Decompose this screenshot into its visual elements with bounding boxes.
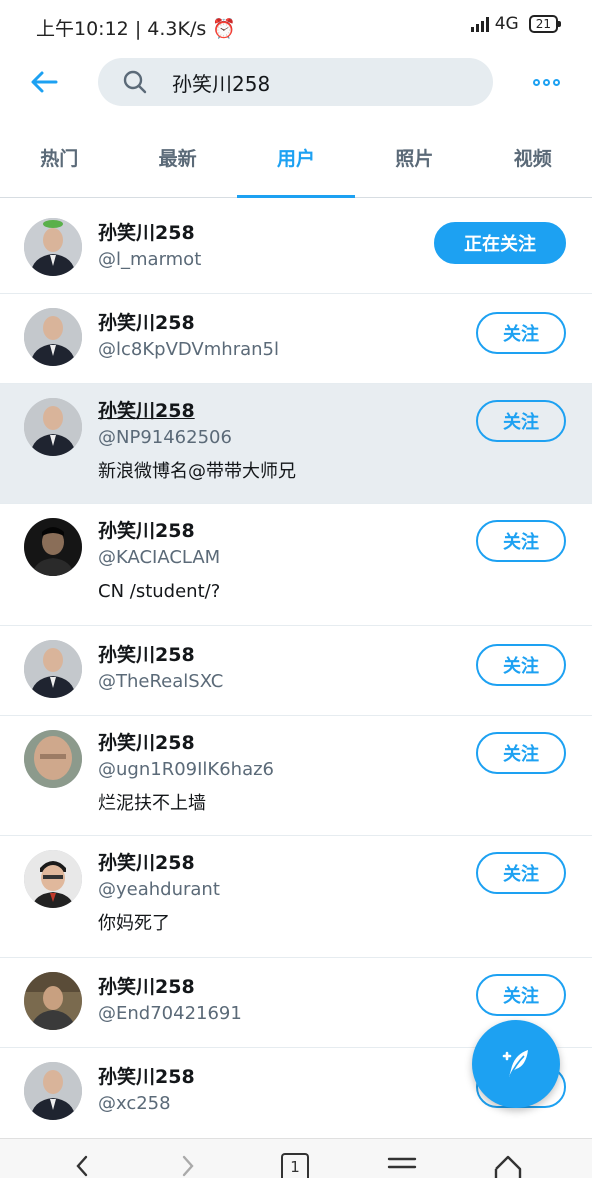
nav-menu-button[interactable]	[382, 1153, 422, 1178]
follow-button[interactable]: 关注	[476, 520, 566, 562]
nav-tabs-button[interactable]: 1	[275, 1153, 315, 1178]
status-right: 4G 21	[470, 14, 562, 34]
user-handle: @ugn1R09IlK6haz6	[98, 759, 275, 780]
chevron-left-icon	[76, 1155, 88, 1177]
avatar[interactable]	[24, 972, 82, 1030]
user-info: 孙笑川258 @ugn1R09IlK6haz6 烂泥扶不上墙	[98, 730, 274, 818]
nav-back-button[interactable]	[62, 1153, 102, 1178]
user-name[interactable]: 孙笑川258	[98, 850, 220, 876]
user-info: 孙笑川258 @yeahdurant 你妈死了	[98, 850, 220, 938]
user-row[interactable]: 孙笑川258 @KACIACLAM CN /student/? 关注	[0, 504, 592, 626]
follow-button[interactable]: 关注	[476, 732, 566, 774]
signal-icon	[470, 16, 489, 32]
status-time: 上午10:12	[36, 18, 129, 40]
user-handle: @l_marmot	[98, 249, 202, 270]
user-name[interactable]: 孙笑川258	[98, 1064, 195, 1090]
user-info: 孙笑川258 @NP91462506 新浪微博名@带带大师兄	[98, 398, 296, 486]
browser-bottom-nav: 1	[0, 1138, 592, 1178]
user-info: 孙笑川258 @lc8KpVDVmhran5l	[98, 310, 279, 364]
status-left: 上午10:12 | 4.3K/s ⏰	[36, 14, 236, 41]
tab-hot[interactable]: 热门	[0, 124, 118, 197]
tab-photos[interactable]: 照片	[355, 124, 473, 197]
follow-button[interactable]: 关注	[476, 312, 566, 354]
user-info: 孙笑川258 @xc258	[98, 1064, 195, 1118]
user-info: 孙笑川258 @End70421691	[98, 974, 242, 1028]
user-handle: @xc258	[98, 1093, 171, 1114]
follow-button[interactable]: 关注	[476, 852, 566, 894]
user-info: 孙笑川258 @l_marmot	[98, 220, 201, 274]
user-row[interactable]: 孙笑川258 @ugn1R09IlK6haz6 烂泥扶不上墙 关注	[0, 716, 592, 836]
nav-forward-button[interactable]	[168, 1153, 208, 1178]
user-bio: 你妈死了	[98, 913, 170, 934]
user-row[interactable]: 孙笑川258 @TheRealSXC 关注	[0, 626, 592, 716]
back-button[interactable]	[26, 64, 62, 100]
user-row[interactable]: 孙笑川258 @lc8KpVDVmhran5l 关注	[0, 294, 592, 384]
avatar[interactable]	[24, 308, 82, 366]
follow-button[interactable]: 关注	[476, 974, 566, 1016]
nav-home-button[interactable]	[488, 1153, 528, 1178]
network-type: 4G	[494, 14, 519, 34]
status-speed: 4.3K/s	[147, 18, 207, 40]
user-name[interactable]: 孙笑川258	[98, 398, 296, 424]
tab-users[interactable]: 用户	[236, 124, 356, 198]
more-dots-icon	[532, 78, 560, 86]
avatar[interactable]	[24, 398, 82, 456]
search-input[interactable]	[172, 70, 472, 94]
avatar[interactable]	[24, 518, 82, 576]
avatar[interactable]	[24, 730, 82, 788]
user-handle: @TheRealSXC	[98, 671, 224, 692]
more-options-button[interactable]	[530, 70, 562, 94]
user-list: 孙笑川258 @l_marmot 正在关注 孙笑川258 @lc8KpVDVmh…	[0, 204, 592, 1138]
search-icon	[120, 67, 150, 97]
menu-icon	[387, 1157, 417, 1169]
user-name[interactable]: 孙笑川258	[98, 518, 220, 544]
tab-latest[interactable]: 最新	[118, 124, 236, 197]
home-icon	[494, 1155, 522, 1178]
tabs-count-icon: 1	[281, 1153, 309, 1178]
user-info: 孙笑川258 @KACIACLAM CN /student/?	[98, 518, 220, 606]
user-name[interactable]: 孙笑川258	[98, 730, 274, 756]
user-name[interactable]: 孙笑川258	[98, 974, 242, 1000]
follow-button[interactable]: 关注	[476, 644, 566, 686]
user-name[interactable]: 孙笑川258	[98, 310, 279, 336]
chevron-right-icon	[182, 1155, 194, 1177]
user-bio: CN /student/?	[98, 581, 221, 602]
avatar[interactable]	[24, 850, 82, 908]
arrow-left-icon	[31, 71, 58, 93]
user-row[interactable]: 孙笑川258 @yeahdurant 你妈死了 关注	[0, 836, 592, 958]
following-button[interactable]: 正在关注	[434, 222, 566, 264]
user-handle: @yeahdurant	[98, 879, 220, 900]
status-separator: |	[134, 18, 148, 40]
user-handle: @lc8KpVDVmhran5l	[98, 339, 279, 360]
user-row[interactable]: 孙笑川258 @l_marmot 正在关注	[0, 204, 592, 294]
feather-compose-icon	[502, 1050, 528, 1077]
user-handle: @End70421691	[98, 1003, 242, 1024]
user-bio: 新浪微博名@带带大师兄	[98, 461, 296, 482]
avatar[interactable]	[24, 1062, 82, 1120]
avatar[interactable]	[24, 640, 82, 698]
compose-button[interactable]	[472, 1020, 560, 1108]
user-info: 孙笑川258 @TheRealSXC	[98, 642, 223, 696]
user-handle: @KACIACLAM	[98, 547, 221, 568]
follow-button[interactable]: 关注	[476, 400, 566, 442]
search-tabs: 热门 最新 用户 照片 视频	[0, 124, 592, 198]
status-bar: 上午10:12 | 4.3K/s ⏰ 4G 21	[0, 0, 592, 56]
user-name[interactable]: 孙笑川258	[98, 642, 223, 668]
tab-videos[interactable]: 视频	[474, 124, 592, 197]
avatar[interactable]	[24, 218, 82, 276]
user-name[interactable]: 孙笑川258	[98, 220, 201, 246]
alarm-icon: ⏰	[212, 18, 236, 40]
user-handle: @NP91462506	[98, 427, 232, 448]
user-bio: 烂泥扶不上墙	[98, 793, 206, 814]
user-row[interactable]: 孙笑川258 @NP91462506 新浪微博名@带带大师兄 关注	[0, 384, 592, 504]
search-header	[0, 56, 592, 112]
search-box[interactable]	[98, 58, 493, 106]
battery-icon: 21	[528, 15, 562, 33]
